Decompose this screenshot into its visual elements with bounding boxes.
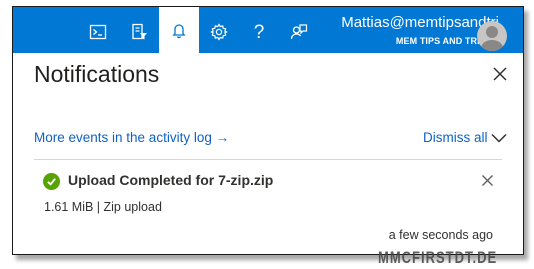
account-tenant: MEM TIPS AND TRICKS bbox=[395, 36, 499, 46]
cloud-shell-icon bbox=[89, 24, 107, 40]
settings-gear-icon bbox=[210, 23, 228, 41]
page-title: Notifications bbox=[34, 61, 160, 87]
settings-button[interactable] bbox=[199, 11, 239, 53]
help-icon: ? bbox=[253, 21, 265, 43]
portal-top-bar: ? Mattias@memtipsandtri MEM TIPS AND TRI… bbox=[13, 7, 523, 53]
dismiss-all-button[interactable]: Dismiss all bbox=[423, 130, 488, 145]
notifications-button[interactable] bbox=[159, 7, 199, 53]
account-menu[interactable]: Mattias@memtipsandtri MEM TIPS AND TRICK… bbox=[341, 14, 507, 51]
chevron-down-icon[interactable] bbox=[491, 131, 507, 145]
avatar bbox=[477, 21, 507, 51]
close-icon[interactable] bbox=[491, 65, 509, 83]
divider bbox=[34, 159, 502, 160]
help-button[interactable]: ? bbox=[239, 11, 279, 53]
notification-detail: 1.61 MiB | Zip upload bbox=[44, 200, 162, 214]
directory-filter-button[interactable] bbox=[119, 11, 159, 53]
success-check-icon bbox=[43, 173, 60, 190]
notification-timestamp: a few seconds ago bbox=[388, 228, 493, 242]
watermark: MMCFIRSTDT.DE bbox=[378, 248, 498, 267]
feedback-icon bbox=[290, 24, 308, 40]
dismiss-notification-icon[interactable] bbox=[481, 174, 494, 187]
feedback-button[interactable] bbox=[279, 11, 319, 53]
arrow-right-icon: → bbox=[215, 130, 230, 145]
activity-log-link[interactable]: More events in the activity log → bbox=[34, 130, 229, 145]
activity-log-label: More events in the activity log bbox=[34, 130, 212, 145]
notifications-window: ? Mattias@memtipsandtri MEM TIPS AND TRI… bbox=[12, 6, 524, 255]
cloud-shell-button[interactable] bbox=[78, 11, 118, 53]
notifications-bell-icon bbox=[172, 24, 186, 39]
account-email: Mattias@memtipsandtri bbox=[341, 14, 499, 31]
notification-title: Upload Completed for 7-zip.zip bbox=[68, 172, 274, 188]
directory-filter-icon bbox=[132, 23, 147, 40]
